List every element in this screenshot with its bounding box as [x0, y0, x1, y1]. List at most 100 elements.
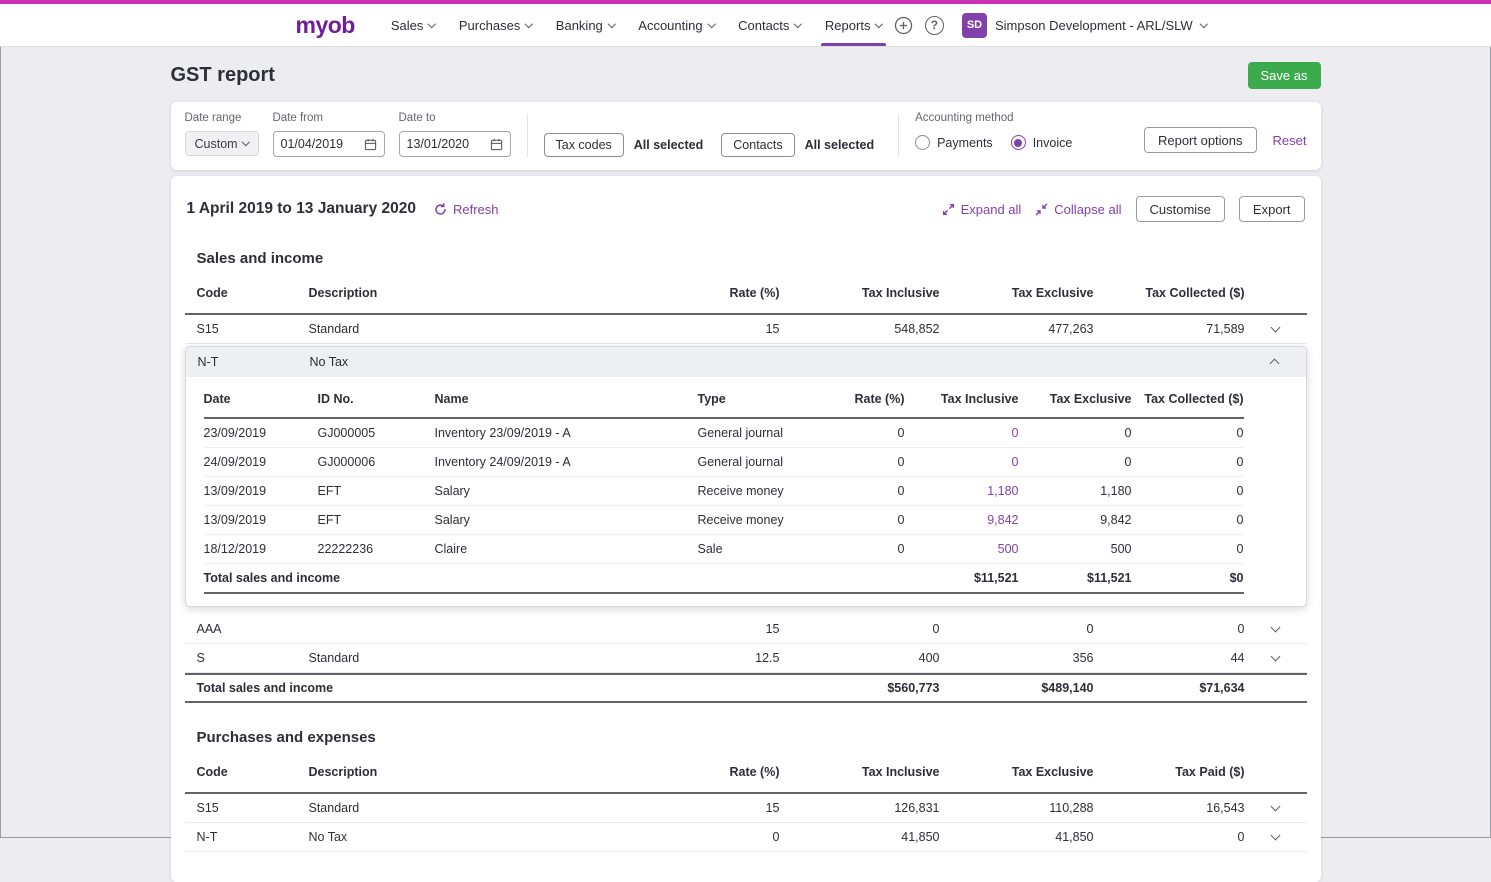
- col-code: Code: [197, 286, 309, 300]
- expand-row-button[interactable]: [1245, 806, 1307, 810]
- table-row: S15 Standard 15 126,831 110,288 16,543: [185, 794, 1307, 823]
- col-tax-exclusive: Tax Exclusive: [940, 286, 1094, 300]
- transaction-link[interactable]: 500: [905, 542, 1019, 556]
- date-range-group: Date range Custom: [185, 112, 259, 156]
- nav-sales[interactable]: Sales: [379, 4, 447, 46]
- nav-reports-label: Reports: [825, 18, 871, 33]
- calendar-icon[interactable]: [490, 138, 503, 151]
- help-icon[interactable]: ?: [925, 16, 944, 35]
- sales-header-row: Code Description Rate (%) Tax Inclusive …: [185, 273, 1307, 315]
- expand-row-button[interactable]: [1245, 327, 1307, 331]
- account-menu[interactable]: SD Simpson Development - ARL/SLW: [956, 13, 1206, 38]
- purchases-heading: Purchases and expenses: [197, 729, 1295, 746]
- col-tax-paid: Tax Paid ($): [1094, 765, 1245, 779]
- transaction-link[interactable]: 1,180: [905, 484, 1019, 498]
- export-button[interactable]: Export: [1239, 196, 1305, 222]
- page-title: GST report: [171, 64, 275, 87]
- chevron-down-icon: [525, 20, 533, 28]
- table-row: S Standard 12.5 400 356 44: [185, 644, 1307, 673]
- collapse-row-button[interactable]: [1244, 357, 1306, 367]
- chevron-down-icon: [428, 20, 436, 28]
- nav-accounting-label: Accounting: [638, 18, 702, 33]
- col-tax-collected: Tax Collected ($): [1094, 286, 1245, 300]
- detail-row: 24/09/2019 GJ000006 Inventory 24/09/2019…: [204, 448, 1244, 477]
- nav-sales-label: Sales: [391, 18, 424, 33]
- date-from-group: Date from: [273, 112, 385, 157]
- topbar: myob Sales Purchases Banking Accounting …: [0, 4, 1491, 47]
- tax-codes-button[interactable]: Tax codes: [544, 133, 624, 157]
- detail-row: 13/09/2019 EFT Salary Receive money 0 1,…: [204, 477, 1244, 506]
- date-to-field[interactable]: [399, 131, 511, 157]
- refresh-link[interactable]: Refresh: [434, 202, 499, 217]
- customise-button[interactable]: Customise: [1136, 196, 1225, 222]
- accounting-method-group: Accounting method Payments Invoice: [915, 112, 1072, 150]
- date-to-input[interactable]: [407, 137, 483, 151]
- nav-accounting[interactable]: Accounting: [626, 4, 726, 46]
- detail-total-row: Total sales and income $11,521 $11,521 $…: [204, 564, 1244, 594]
- expand-all-label: Expand all: [961, 202, 1022, 217]
- col-id-no: ID No.: [318, 392, 435, 406]
- radio-unselected-icon: [915, 135, 930, 150]
- col-tax-inclusive: Tax Inclusive: [780, 286, 940, 300]
- report-card: 1 April 2019 to 13 January 2020 Refresh …: [171, 176, 1321, 882]
- transaction-link[interactable]: 0: [905, 426, 1019, 440]
- collapse-all-link[interactable]: Collapse all: [1035, 202, 1121, 217]
- chevron-down-icon: [1271, 323, 1281, 333]
- col-rate: Rate (%): [660, 286, 780, 300]
- contacts-button[interactable]: Contacts: [721, 133, 794, 157]
- radio-invoice[interactable]: Invoice: [1011, 135, 1073, 150]
- create-new-button[interactable]: [894, 16, 913, 35]
- expand-row-button[interactable]: [1245, 656, 1307, 660]
- tax-codes-status: All selected: [634, 138, 703, 152]
- date-to-label: Date to: [399, 112, 511, 124]
- report-options-button[interactable]: Report options: [1144, 127, 1257, 153]
- avatar: SD: [962, 13, 987, 38]
- chevron-down-icon: [875, 20, 883, 28]
- detail-row: 18/12/2019 22222236 Claire Sale 0 500 50…: [204, 535, 1244, 564]
- col-tax-collected: Tax Collected ($): [1132, 392, 1244, 406]
- radio-payments[interactable]: Payments: [915, 135, 993, 150]
- col-rate: Rate (%): [838, 392, 905, 406]
- col-rate: Rate (%): [660, 765, 780, 779]
- detail-row: 13/09/2019 EFT Salary Receive money 0 9,…: [204, 506, 1244, 535]
- chevron-down-icon: [1271, 802, 1281, 812]
- radio-invoice-label: Invoice: [1033, 136, 1073, 150]
- chevron-down-icon: [794, 20, 802, 28]
- date-from-label: Date from: [273, 112, 385, 124]
- chevron-down-icon: [242, 138, 250, 146]
- nav-purchases-label: Purchases: [459, 18, 520, 33]
- transaction-link[interactable]: 0: [905, 455, 1019, 469]
- nav-reports[interactable]: Reports: [813, 4, 894, 46]
- refresh-label: Refresh: [453, 202, 499, 217]
- reset-link[interactable]: Reset: [1273, 133, 1307, 148]
- sales-total-row: Total sales and income $560,773 $489,140…: [185, 673, 1307, 703]
- company-name: Simpson Development - ARL/SLW: [995, 18, 1193, 33]
- date-range-select[interactable]: Custom: [185, 131, 259, 156]
- date-from-input[interactable]: [281, 137, 357, 151]
- plus-circle-icon: [894, 16, 913, 35]
- nav-purchases[interactable]: Purchases: [447, 4, 544, 46]
- detail-row: 23/09/2019 GJ000005 Inventory 23/09/2019…: [204, 419, 1244, 448]
- transaction-link[interactable]: 9,842: [905, 513, 1019, 527]
- nav-banking[interactable]: Banking: [544, 4, 626, 46]
- col-tax-exclusive: Tax Exclusive: [940, 765, 1094, 779]
- col-type: Type: [698, 392, 838, 406]
- radio-payments-label: Payments: [937, 136, 993, 150]
- expand-row-button[interactable]: [1245, 627, 1307, 631]
- date-range-value: Custom: [195, 137, 238, 151]
- purchases-header-row: Code Description Rate (%) Tax Inclusive …: [185, 752, 1307, 794]
- table-row: AAA 15 0 0 0: [185, 615, 1307, 644]
- date-from-field[interactable]: [273, 131, 385, 157]
- table-row: S15 Standard 15 548,852 477,263 71,589: [185, 315, 1307, 344]
- expanded-row-panel: N-T No Tax Date ID No. Name Type Rate (%…: [185, 346, 1307, 607]
- save-as-button[interactable]: Save as: [1248, 62, 1321, 89]
- col-code: Code: [197, 765, 309, 779]
- nav-contacts[interactable]: Contacts: [726, 4, 813, 46]
- calendar-icon[interactable]: [364, 138, 377, 151]
- expand-all-link[interactable]: Expand all: [942, 202, 1022, 217]
- report-period: 1 April 2019 to 13 January 2020: [187, 200, 416, 218]
- expand-row-button[interactable]: [1245, 835, 1307, 839]
- myob-logo[interactable]: myob: [296, 12, 355, 39]
- nav-contacts-label: Contacts: [738, 18, 789, 33]
- date-to-group: Date to: [399, 112, 511, 157]
